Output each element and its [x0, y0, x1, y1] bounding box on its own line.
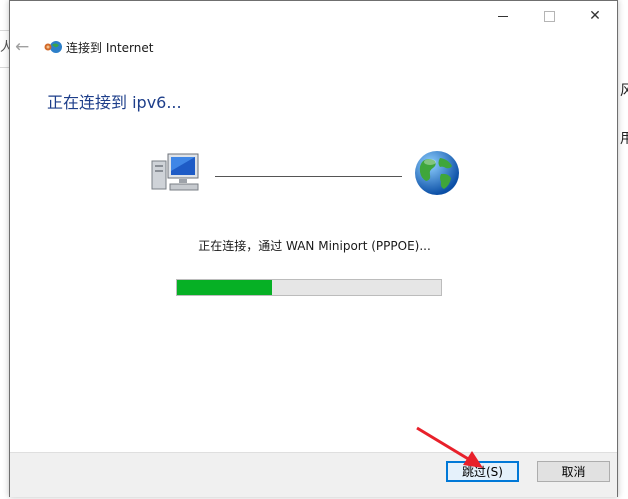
close-icon: ✕ [589, 8, 601, 24]
dialog-title: 连接到 Internet [66, 41, 154, 55]
maximize-icon [543, 10, 555, 22]
globe-icon [415, 151, 459, 195]
close-button[interactable]: ✕ [572, 2, 618, 30]
dialog-footer: 跳过(S) 取消 [10, 452, 617, 497]
background-text-right-1: 风 [620, 83, 628, 99]
background-text-right-2: 用 [620, 131, 628, 147]
computer-icon [151, 153, 199, 191]
minimize-button[interactable] [480, 2, 526, 30]
connection-line [215, 176, 402, 177]
skip-button[interactable]: 跳过(S) [446, 461, 519, 482]
progress-fill [177, 280, 273, 295]
minimize-icon [498, 15, 508, 17]
maximize-button [526, 2, 572, 30]
connection-progress-bar [176, 279, 442, 296]
connect-dialog: ✕ ← 连接到 Internet 正在连接到 ipv6... 正在连接，通过 W… [9, 0, 618, 497]
connection-status-text: 正在连接，通过 WAN Miniport (PPPOE)... [198, 239, 431, 253]
network-connection-icon [44, 41, 62, 53]
background-window-right [619, 0, 628, 499]
connecting-heading: 正在连接到 ipv6... [47, 93, 182, 112]
back-arrow-icon: ← [15, 37, 30, 57]
back-button[interactable]: ← [15, 37, 29, 57]
cancel-button[interactable]: 取消 [537, 461, 610, 482]
